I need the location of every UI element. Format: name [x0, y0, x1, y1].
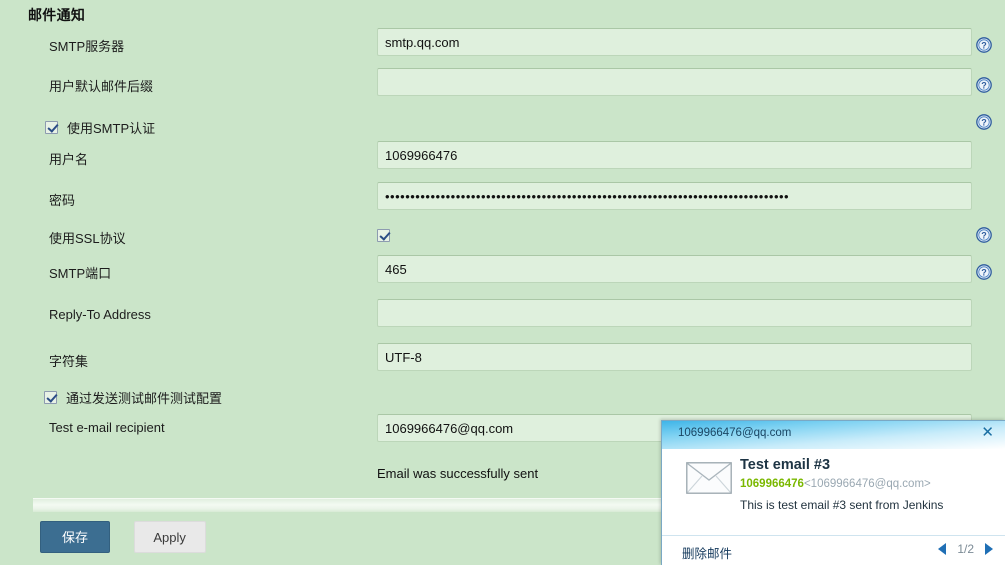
charset-input[interactable] [377, 343, 972, 371]
smtp-port-input[interactable] [377, 255, 972, 283]
mail-notification-popup: 1069966476@qq.com ✕ Test email #3 106996… [661, 420, 1005, 565]
field-smtp-server [377, 28, 972, 56]
form-row-password: 密码 [0, 182, 1005, 223]
label-reply-to: Reply-To Address [49, 307, 151, 322]
use-smtp-auth-group[interactable]: 使用SMTP认证 [45, 118, 155, 137]
page-title: 邮件通知 [28, 7, 86, 23]
password-input[interactable] [377, 182, 972, 210]
help-smtp-port[interactable]: ? [976, 264, 992, 280]
apply-button[interactable]: Apply [133, 521, 206, 553]
label-test-config: 通过发送测试邮件测试配置 [66, 391, 223, 406]
username-input[interactable] [377, 141, 972, 169]
use-smtp-auth-checkbox[interactable] [45, 121, 58, 134]
test-config-checkbox[interactable] [44, 391, 57, 404]
reply-to-input[interactable] [377, 299, 972, 327]
send-status-text: Email was successfully sent [377, 466, 539, 481]
page-count: 1/2 [957, 542, 974, 556]
form-row-smtp-server: SMTP服务器 ? [0, 28, 1005, 68]
label-use-ssl: 使用SSL协议 [49, 231, 126, 246]
save-button[interactable]: 保存 [40, 521, 110, 553]
popup-body: Test email #3 1069966476<1069966476@qq.c… [662, 449, 1005, 535]
svg-text:?: ? [981, 41, 987, 51]
help-use-ssl[interactable]: ? [976, 227, 992, 243]
help-default-suffix[interactable]: ? [976, 77, 992, 93]
form-row-smtp-port: SMTP端口 ? [0, 255, 1005, 299]
field-smtp-port [377, 255, 972, 283]
help-icon[interactable]: ? [976, 77, 992, 93]
label-charset: 字符集 [49, 354, 89, 369]
label-password: 密码 [49, 193, 76, 208]
help-smtp-server[interactable]: ? [976, 37, 992, 53]
smtp-server-input[interactable] [377, 28, 972, 56]
mail-subject: Test email #3 [740, 457, 831, 473]
help-icon[interactable]: ? [976, 37, 992, 53]
field-password [377, 182, 972, 210]
popup-pager: 1/2 [938, 542, 993, 556]
label-default-suffix: 用户默认邮件后缀 [49, 79, 154, 94]
close-icon[interactable]: ✕ [981, 425, 994, 440]
help-icon[interactable]: ? [976, 264, 992, 280]
field-charset [377, 343, 972, 371]
form-row-username: 用户名 [0, 141, 1005, 182]
field-use-ssl [377, 228, 972, 243]
label-username: 用户名 [49, 152, 89, 167]
test-config-group[interactable]: 通过发送测试邮件测试配置 [44, 388, 222, 407]
form-row-default-suffix: 用户默认邮件后缀 ? [0, 68, 1005, 111]
field-default-suffix [377, 68, 972, 96]
form-row-use-ssl: 使用SSL协议 ? [0, 223, 1005, 255]
field-reply-to [377, 299, 972, 327]
form-row-use-smtp-auth: 使用SMTP认证 ? [0, 111, 1005, 141]
form-row-test-config: 通过发送测试邮件测试配置 [0, 385, 1005, 414]
form-separator [33, 498, 675, 512]
svg-text:?: ? [981, 118, 987, 128]
envelope-icon[interactable] [686, 462, 732, 494]
svg-text:?: ? [981, 81, 987, 91]
label-smtp-port: SMTP端口 [49, 266, 112, 281]
form-row-reply-to: Reply-To Address [0, 299, 1005, 343]
label-use-smtp-auth: 使用SMTP认证 [67, 121, 156, 136]
mail-snippet: This is test email #3 sent from Jenkins [740, 498, 944, 512]
email-notification-form: SMTP服务器 ? 用户默认邮件后缀 ? 使用S [0, 28, 1005, 454]
popup-footer: 删除邮件 1/2 [662, 535, 1005, 565]
help-icon[interactable]: ? [976, 114, 992, 130]
popup-header: 1069966476@qq.com ✕ [662, 421, 1005, 449]
form-row-charset: 字符集 [0, 343, 1005, 385]
popup-account-label: 1069966476@qq.com [678, 427, 792, 439]
label-test-recipient: Test e-mail recipient [49, 420, 165, 435]
help-icon[interactable]: ? [976, 227, 992, 243]
delete-mail-link[interactable]: 删除邮件 [682, 543, 732, 562]
default-suffix-input[interactable] [377, 68, 972, 96]
form-actions: 保存 Apply [40, 521, 206, 553]
next-arrow-icon[interactable] [985, 543, 993, 555]
svg-text:?: ? [981, 268, 987, 278]
mail-sender: 1069966476<1069966476@qq.com> [740, 478, 931, 490]
field-username [377, 141, 972, 169]
help-use-smtp-auth[interactable]: ? [976, 114, 992, 130]
label-smtp-server: SMTP服务器 [49, 39, 125, 54]
mail-sender-name: 1069966476 [740, 478, 804, 490]
mail-sender-email: <1069966476@qq.com> [803, 478, 931, 490]
svg-text:?: ? [981, 231, 987, 241]
prev-arrow-icon[interactable] [938, 543, 947, 555]
use-ssl-checkbox[interactable] [377, 229, 390, 242]
